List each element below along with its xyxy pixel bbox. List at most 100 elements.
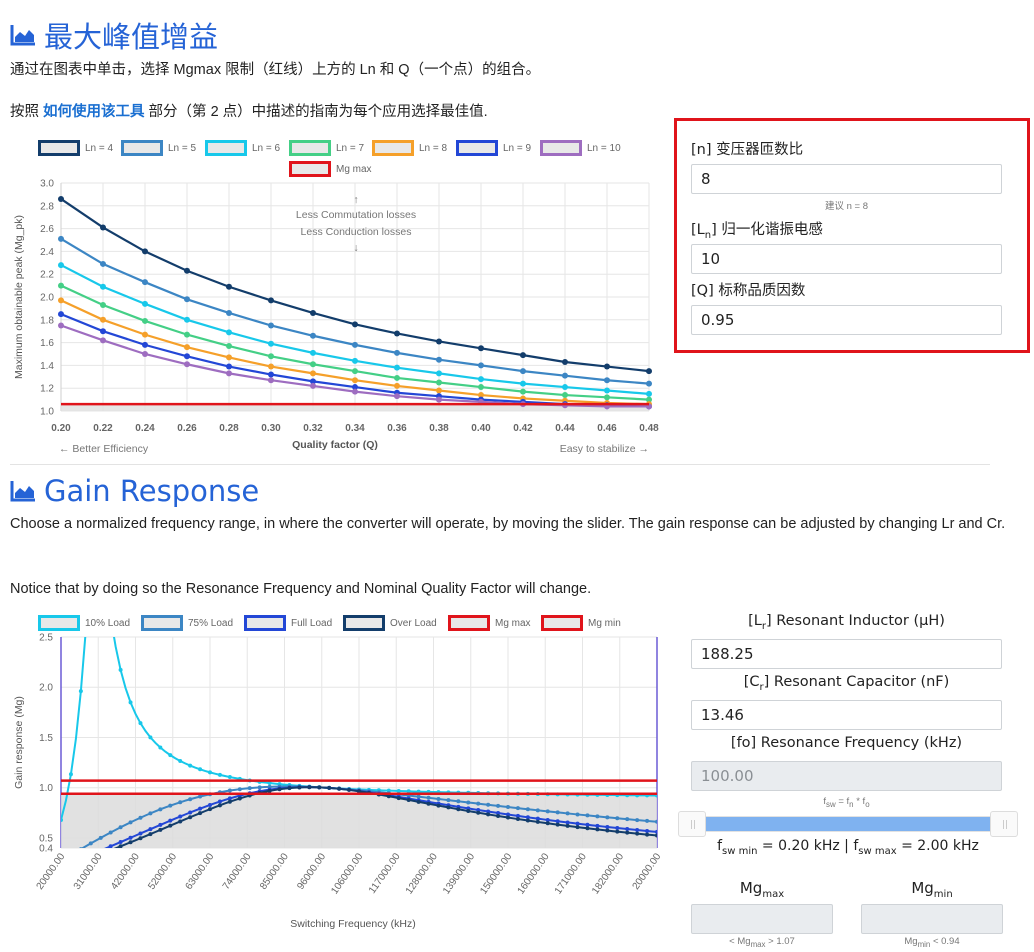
gain-point xyxy=(198,767,203,772)
how-to-use-link[interactable]: 如何使用该工具 xyxy=(43,104,145,120)
gain-response-chart[interactable]: 0.40.51.01.52.02.520000.00 31000.00 42000.… xyxy=(0,630,670,945)
legend-item[interactable]: Mg max xyxy=(448,615,531,631)
data-point xyxy=(394,349,400,356)
section-divider xyxy=(10,464,990,465)
legend-item[interactable]: Ln = 10 xyxy=(540,140,621,156)
section-title-max-peak-gain: 最大峰值增益 xyxy=(10,14,218,56)
mgmax-hint: < Mgmax > 1.07 xyxy=(729,936,795,949)
ln-label: [Ln] 归一化谐振电感 xyxy=(691,222,823,241)
gain-point xyxy=(128,835,133,840)
data-point xyxy=(268,353,274,360)
guide-suffix: 部分（第 2 点）中描述的指南为每个应用选择最佳值. xyxy=(144,104,488,120)
ln-input[interactable]: 10 xyxy=(691,244,1002,274)
gain-point xyxy=(625,830,630,835)
legend-label: Ln = 9 xyxy=(503,142,532,154)
data-point xyxy=(226,329,232,336)
slider-max-handle[interactable] xyxy=(990,811,1018,837)
gain-point xyxy=(198,806,203,811)
turns-ratio-label: [n] 变压器匝数比 xyxy=(691,142,804,158)
legend-label: 10% Load xyxy=(85,617,131,629)
legend-item[interactable]: Ln = 8 xyxy=(372,140,447,156)
data-point xyxy=(100,283,106,290)
y-tick-label: 1.2 xyxy=(40,384,54,395)
legend-label: Ln = 4 xyxy=(85,142,114,154)
legend-item[interactable]: Ln = 4 xyxy=(38,140,113,156)
mgmax-label: Mgmax xyxy=(739,879,785,900)
data-point xyxy=(58,235,64,242)
x-tick-label: 0.42 xyxy=(513,423,533,434)
legend-swatch xyxy=(38,615,80,631)
legend-item[interactable]: Ln = 6 xyxy=(205,140,280,156)
legend-item[interactable]: 10% Load xyxy=(38,615,130,631)
gain-point xyxy=(227,775,232,780)
legend-item[interactable]: 75% Load xyxy=(141,615,233,631)
data-point xyxy=(100,301,106,308)
legend-item[interactable]: Mg min xyxy=(541,615,621,631)
gain-point xyxy=(69,863,73,867)
data-point xyxy=(142,317,148,324)
mgmin-hint: Mgmin < 0.94 xyxy=(904,936,960,949)
data-point xyxy=(184,316,190,323)
data-point xyxy=(352,377,358,384)
section-title-text: 最大峰值增益 xyxy=(44,20,219,54)
gain-point xyxy=(595,827,600,832)
data-point xyxy=(436,370,442,377)
q-input[interactable]: 0.95 xyxy=(691,305,1002,335)
data-point xyxy=(478,362,484,369)
gain-point xyxy=(188,763,193,768)
data-point xyxy=(310,349,316,356)
gain-point xyxy=(79,857,83,861)
area-chart-icon xyxy=(10,25,35,46)
gain-point xyxy=(476,801,481,806)
legend-swatch xyxy=(289,140,331,156)
gain-point xyxy=(436,796,441,801)
data-point xyxy=(100,328,106,335)
data-point xyxy=(226,354,232,361)
gain-point xyxy=(406,797,411,802)
slider-min-handle[interactable] xyxy=(678,811,706,837)
gain-point xyxy=(158,827,163,832)
data-point xyxy=(100,337,106,344)
gain-point xyxy=(118,844,123,848)
cr-input[interactable]: 13.46 xyxy=(691,700,1002,730)
gain-point xyxy=(595,823,600,828)
gain-point xyxy=(307,785,312,790)
legend-item[interactable]: Over Load xyxy=(343,615,437,631)
gain-point xyxy=(496,803,501,808)
gain-point xyxy=(168,803,173,808)
fsw-formula-hint: fsw = fn * fo xyxy=(823,796,870,809)
y-axis-label: Gain response (Mg) xyxy=(13,696,25,789)
gain-point xyxy=(615,816,620,821)
legend-item[interactable]: Ln = 5 xyxy=(121,140,196,156)
legend-label: 75% Load xyxy=(188,617,234,629)
lr-input[interactable]: 188.25 xyxy=(691,639,1002,669)
section-title-text: Gain Response xyxy=(44,474,260,508)
fo-label: [fo] Resonance Frequency (kHz) xyxy=(730,735,963,751)
legend-label: Ln = 8 xyxy=(419,142,448,154)
legend-item[interactable]: Full Load xyxy=(244,615,332,631)
gain-point xyxy=(535,819,540,824)
gain-point xyxy=(575,825,580,830)
gain-point xyxy=(337,786,342,791)
gain-point xyxy=(148,827,153,832)
gain-point xyxy=(61,817,63,822)
mgmin-label: Mgmin xyxy=(911,879,953,900)
data-point xyxy=(268,297,274,304)
legend-label: Ln = 5 xyxy=(168,142,197,154)
frequency-range-slider[interactable] xyxy=(678,810,1018,838)
gain-point xyxy=(615,826,620,831)
legend-item[interactable]: Ln = 7 xyxy=(289,140,364,156)
legend-item[interactable]: Ln = 9 xyxy=(456,140,531,156)
max-peak-gain-chart[interactable]: 1.0 1.2 1.4 1.6 1.8 2.0 2.2 2.4 2.6 2.8 3.0 0.20 0.2… xyxy=(0,175,670,465)
data-point xyxy=(352,357,358,364)
gain-point xyxy=(635,831,640,836)
y-tick-label: 0.4 xyxy=(39,844,53,855)
gain-point xyxy=(565,823,570,828)
legend-swatch xyxy=(244,615,286,631)
gain-point xyxy=(585,813,590,818)
gain-point xyxy=(635,818,640,823)
turns-ratio-input[interactable]: 8 xyxy=(691,164,1002,194)
data-point xyxy=(646,368,652,375)
legend-label: Mg max xyxy=(336,163,372,175)
legend-swatch xyxy=(205,140,247,156)
